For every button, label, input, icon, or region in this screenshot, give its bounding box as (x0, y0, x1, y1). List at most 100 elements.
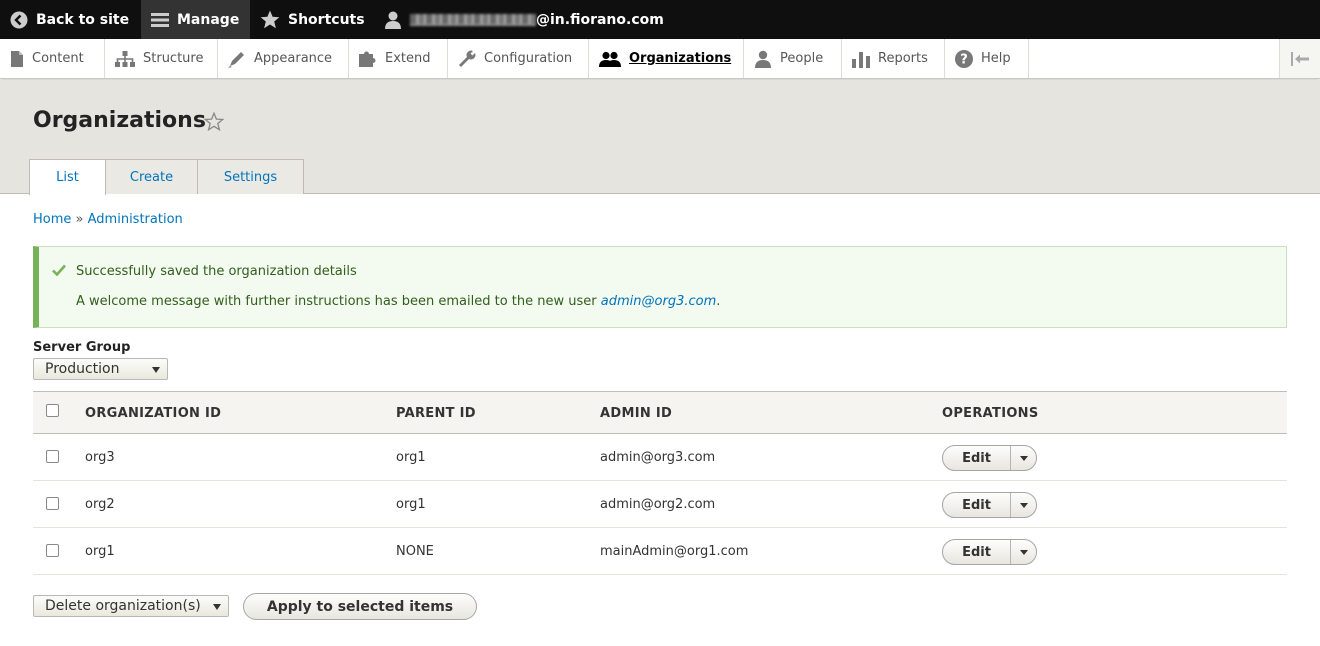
blurred-username (410, 13, 536, 26)
message-user-email-link[interactable]: admin@org3.com (601, 294, 716, 309)
status-message: Successfully saved the organization deta… (33, 246, 1287, 328)
tray-item-organizations[interactable]: Organizations (589, 39, 744, 78)
hamburger-icon (151, 12, 169, 27)
organization-id-cell: org3 (85, 450, 115, 465)
puzzle-icon (359, 51, 376, 67)
admin-id-cell: admin@org3.com (600, 450, 716, 465)
svg-text:?: ? (960, 52, 968, 67)
table-row: org2 org1 admin@org2.com Edit (33, 481, 1287, 528)
breadcrumb-home[interactable]: Home (33, 212, 71, 227)
user-icon (385, 11, 401, 29)
bulk-action-selected: Delete organization(s) (45, 598, 201, 614)
row-checkbox[interactable] (46, 497, 59, 510)
tray-item-label: Appearance (254, 51, 333, 66)
back-to-site-link[interactable]: Back to site (10, 0, 129, 39)
message-line-1: Successfully saved the organization deta… (76, 264, 357, 279)
tray-item-people[interactable]: People (744, 39, 842, 78)
operations-dropbutton: Edit (942, 539, 1037, 565)
user-email-suffix: @in.fiorano.com (536, 11, 664, 28)
tray-item-appearance[interactable]: Appearance (218, 39, 349, 78)
parent-id-cell: NONE (396, 544, 434, 559)
admin-tray: Content Structure Appearance Extend Conf… (0, 39, 1320, 79)
row-checkbox[interactable] (46, 450, 59, 463)
message-line-2-text: A welcome message with further instructi… (76, 294, 597, 309)
primary-tabs: List Create Settings (29, 159, 304, 195)
tray-orientation-toggle[interactable] (1279, 39, 1320, 78)
server-group-label: Server Group (33, 340, 131, 355)
breadcrumb: Home » Administration (33, 212, 183, 227)
page-header: Organizations List Create Settings (0, 80, 1320, 195)
tray-item-label: Configuration (484, 51, 573, 66)
tray-item-content[interactable]: Content (0, 39, 105, 78)
organization-id-cell: org1 (85, 544, 115, 559)
tray-item-help[interactable]: ? Help (945, 39, 1029, 78)
person-icon (755, 50, 771, 68)
apply-to-selected-button[interactable]: Apply to selected items (243, 593, 477, 620)
tray-item-label: Structure (143, 51, 204, 66)
server-group-select[interactable]: Production (33, 358, 168, 380)
page-title: Organizations (33, 108, 206, 133)
admin-id-cell: mainAdmin@org1.com (600, 544, 749, 559)
tray-item-label: Content (32, 51, 84, 66)
tray-item-extend[interactable]: Extend (349, 39, 448, 78)
users-icon (599, 51, 621, 67)
sitemap-icon (115, 50, 135, 67)
collapse-left-icon (1291, 51, 1309, 66)
message-line-2-suffix: . (716, 294, 721, 309)
shortcuts-label: Shortcuts (288, 11, 365, 28)
tray-item-configuration[interactable]: Configuration (448, 39, 589, 78)
bulk-action-select[interactable]: Delete organization(s) (33, 595, 229, 617)
user-account-button[interactable]: @in.fiorano.com (384, 0, 664, 39)
tray-item-label: Help (981, 51, 1011, 66)
row-checkbox[interactable] (46, 544, 59, 557)
breadcrumb-separator: » (75, 212, 84, 227)
operations-toggle-button[interactable] (1011, 446, 1036, 470)
tab-list[interactable]: List (29, 159, 106, 195)
table-header: ORGANIZATION ID PARENT ID ADMIN ID OPERA… (33, 391, 1287, 434)
edit-button[interactable]: Edit (943, 446, 1011, 470)
tray-item-structure[interactable]: Structure (105, 39, 218, 78)
breadcrumb-administration[interactable]: Administration (88, 212, 183, 227)
bar-chart-icon (852, 51, 870, 68)
header-admin-id[interactable]: ADMIN ID (600, 406, 672, 421)
parent-id-cell: org1 (396, 497, 426, 512)
wrench-icon (459, 50, 476, 67)
dropdown-arrow-icon (152, 367, 160, 373)
tray-item-label: People (780, 51, 824, 66)
tray-item-label: Extend (385, 51, 431, 66)
manage-label: Manage (177, 11, 240, 28)
operations-dropbutton: Edit (942, 492, 1037, 518)
edit-button[interactable]: Edit (943, 493, 1011, 517)
server-group-selected: Production (45, 361, 120, 377)
back-to-site-label: Back to site (36, 11, 130, 28)
admin-toolbar: Back to site Manage Shortcuts @in.fioran… (0, 0, 1320, 39)
table-row: org1 NONE mainAdmin@org1.com Edit (33, 528, 1287, 575)
checkmark-icon (52, 264, 66, 276)
tray-item-reports[interactable]: Reports (842, 39, 945, 78)
star-outline-icon[interactable] (204, 112, 224, 131)
organization-id-cell: org2 (85, 497, 115, 512)
shortcuts-button[interactable]: Shortcuts (260, 0, 365, 39)
tab-create[interactable]: Create (105, 159, 198, 194)
operations-toggle-button[interactable] (1011, 493, 1036, 517)
dropdown-arrow-icon (213, 604, 221, 610)
message-line-2: A welcome message with further instructi… (76, 294, 720, 309)
header-parent-id[interactable]: PARENT ID (396, 406, 476, 421)
header-organization-id[interactable]: ORGANIZATION ID (85, 406, 221, 421)
organizations-table: ORGANIZATION ID PARENT ID ADMIN ID OPERA… (33, 391, 1287, 575)
file-icon (11, 50, 23, 67)
edit-button[interactable]: Edit (943, 540, 1011, 564)
tray-item-label: Reports (878, 51, 928, 66)
header-operations: OPERATIONS (942, 406, 1039, 421)
question-icon: ? (955, 49, 973, 68)
tab-settings[interactable]: Settings (197, 159, 304, 194)
back-arrow-icon (10, 11, 28, 28)
manage-button[interactable]: Manage (141, 0, 250, 39)
select-all-checkbox[interactable] (46, 404, 59, 417)
tray-item-label: Organizations (629, 51, 732, 66)
parent-id-cell: org1 (396, 450, 426, 465)
operations-toggle-button[interactable] (1011, 540, 1036, 564)
operations-dropbutton: Edit (942, 445, 1037, 471)
star-icon (260, 10, 280, 29)
admin-id-cell: admin@org2.com (600, 497, 716, 512)
